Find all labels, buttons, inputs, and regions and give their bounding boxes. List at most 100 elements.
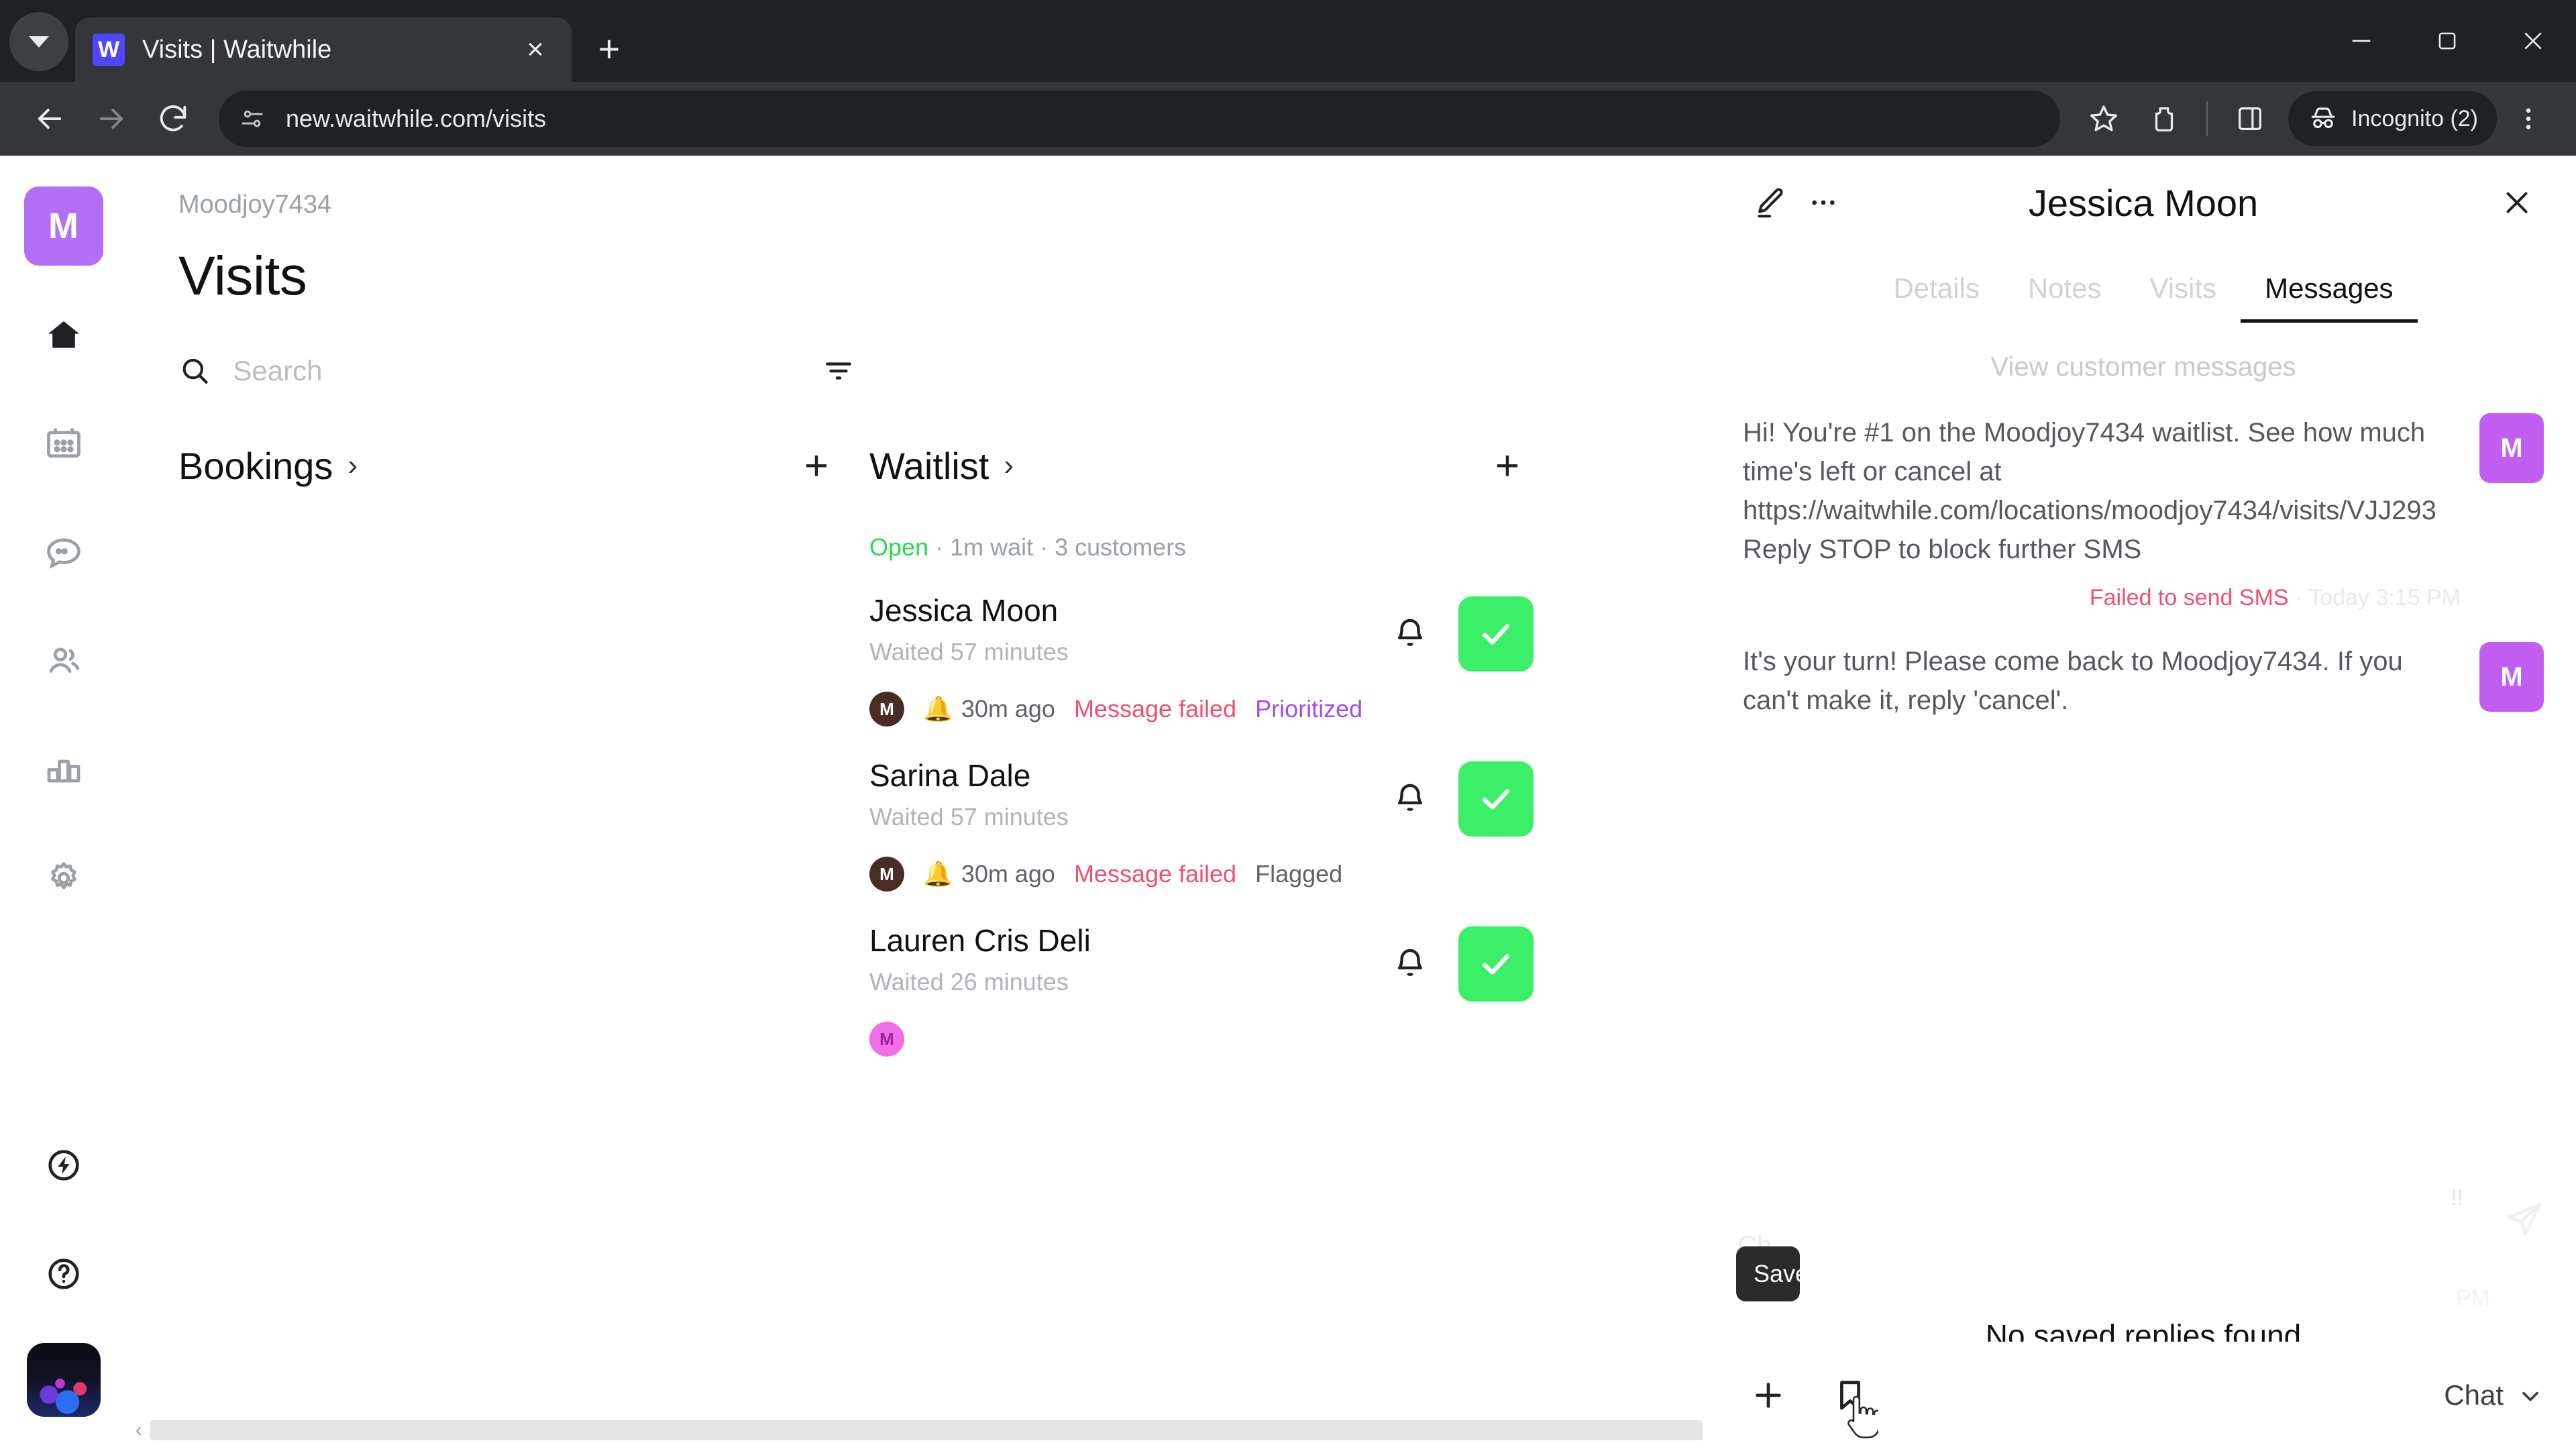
- favicon-letter: W: [97, 37, 120, 62]
- complete-button[interactable]: [1458, 596, 1534, 672]
- complete-button[interactable]: [1458, 926, 1534, 1002]
- page-title: Visits: [178, 246, 307, 307]
- tab-notes[interactable]: Notes: [2004, 266, 2126, 323]
- forward-button[interactable]: [80, 88, 142, 150]
- avatar-letter: M: [879, 863, 894, 884]
- scroll-thumb[interactable]: [150, 1420, 1703, 1440]
- sidebar-item-analytics[interactable]: [24, 730, 103, 809]
- browser-toolbar: new.waitwhile.com/visits Incognito (2): [0, 82, 2576, 156]
- address-bar[interactable]: new.waitwhile.com/visits: [219, 91, 2060, 147]
- user-avatar[interactable]: [26, 1343, 101, 1417]
- minimize-button[interactable]: [2318, 0, 2404, 82]
- search-icon: [182, 358, 208, 384]
- chevron-right-icon: ›: [347, 449, 358, 482]
- table-row[interactable]: Sarina Dale Waited 57 minutes M 🔔 30m ag…: [869, 757, 1534, 892]
- row-tags: M 🔔 30m ago Message failed Flagged: [869, 857, 1534, 892]
- message-body: It's your turn! Please come back to Mood…: [1743, 642, 2461, 720]
- channel-selector[interactable]: Chat: [2444, 1379, 2544, 1411]
- notify-button[interactable]: [1386, 775, 1434, 823]
- table-row[interactable]: Jessica Moon Waited 57 minutes M 🔔 30m a…: [869, 592, 1534, 727]
- last-notified: 🔔 30m ago: [923, 860, 1055, 888]
- message-text: It's your turn! Please come back to Mood…: [1743, 647, 2403, 715]
- add-booking-button[interactable]: +: [790, 439, 843, 492]
- message-list: Hi! You're #1 on the Moodjoy7434 waitlis…: [1711, 382, 2576, 1342]
- sidebar-item-integrations[interactable]: [24, 1126, 103, 1205]
- filter-button[interactable]: [814, 347, 863, 395]
- new-tab-button[interactable]: +: [582, 21, 636, 75]
- status-badge: Message failed: [1073, 860, 1237, 888]
- sidebar-item-calendar[interactable]: [24, 404, 103, 483]
- tab-visits[interactable]: Visits: [2126, 266, 2241, 323]
- add-attachment-button[interactable]: [1743, 1370, 1794, 1421]
- bookmark-icon: [1840, 1381, 1860, 1410]
- status-separator: ·: [2295, 585, 2303, 610]
- saved-replies-title: No saved replies found: [1985, 1318, 2302, 1342]
- tab-details[interactable]: Details: [1869, 266, 2003, 323]
- chat-bubble-icon: [46, 538, 80, 569]
- close-tab-button[interactable]: ×: [517, 31, 554, 68]
- close-panel-button[interactable]: [2490, 176, 2544, 229]
- extensions-icon[interactable]: [2135, 90, 2193, 148]
- calendar-icon: [46, 428, 80, 458]
- scroll-left-arrow[interactable]: ‹: [127, 1419, 150, 1442]
- check-icon: [1482, 624, 1510, 645]
- chevron-down-icon: [29, 36, 49, 48]
- send-icon[interactable]: [2502, 1197, 2545, 1244]
- row-top: Sarina Dale Waited 57 minutes: [869, 757, 1534, 837]
- sidebar-item-messages[interactable]: [24, 513, 103, 592]
- panel-tabs: Details Notes Visits Messages: [1711, 266, 2576, 323]
- tab-messages[interactable]: Messages: [2241, 266, 2418, 323]
- row-actions: [1386, 922, 1534, 1002]
- sidebar-item-help[interactable]: [24, 1234, 103, 1313]
- reload-button[interactable]: [142, 88, 204, 150]
- status-badge: Prioritized: [1255, 695, 1363, 722]
- bell-icon: [1397, 949, 1423, 976]
- search-input[interactable]: [233, 355, 814, 387]
- message-status: Failed to send SMS · Today 3:15 PM: [1743, 585, 2544, 611]
- saved-replies-button[interactable]: [1825, 1370, 1876, 1421]
- three-dot-menu-icon[interactable]: [2500, 90, 2557, 148]
- browser-tab[interactable]: W Visits | Waitwhile ×: [75, 17, 572, 82]
- table-row[interactable]: Lauren Cris Deli Waited 26 minutes M: [869, 922, 1534, 1057]
- avatar-letter: M: [879, 698, 894, 719]
- close-window-button[interactable]: [2490, 0, 2576, 82]
- tab-search-button[interactable]: [9, 12, 68, 71]
- brand-logo[interactable]: M: [23, 186, 103, 266]
- back-button[interactable]: [19, 88, 80, 150]
- complete-button[interactable]: [1458, 761, 1534, 837]
- search-box[interactable]: [178, 353, 814, 389]
- maximize-button[interactable]: [2404, 0, 2490, 82]
- sidebar-item-customers[interactable]: [24, 621, 103, 700]
- people-icon: [49, 647, 79, 673]
- bookings-title[interactable]: Bookings ›: [178, 444, 358, 488]
- incognito-indicator[interactable]: Incognito (2): [2288, 91, 2497, 146]
- avatar: M: [869, 1022, 904, 1057]
- sidebar-item-home[interactable]: [24, 295, 103, 374]
- avatar-letter: M: [879, 1028, 894, 1049]
- notify-button[interactable]: [1386, 610, 1434, 658]
- board-columns: Bookings › + Waitlist › + Open · 1m wait…: [178, 435, 1711, 1449]
- star-icon[interactable]: [2075, 90, 2133, 148]
- ghost-text-bang: !!: [2451, 1185, 2463, 1210]
- status-badge: Flagged: [1255, 860, 1343, 888]
- panel-header: Jessica Moon: [1711, 156, 2576, 250]
- edit-button[interactable]: [1743, 176, 1796, 229]
- page-settings-icon[interactable]: [229, 96, 275, 142]
- horizontal-scrollbar[interactable]: ‹: [127, 1417, 1711, 1444]
- add-waitlist-button[interactable]: +: [1481, 439, 1534, 492]
- browser-window: W Visits | Waitwhile × + new.waitwhile.c…: [0, 0, 2576, 1449]
- saved-replies-tooltip: Saved replies: [1736, 1246, 1800, 1301]
- app-page: M Moodjoy7434 Visits Search Bookings › +…: [0, 156, 2576, 1449]
- message-text: Hi! You're #1 on the Moodjoy7434 waitlis…: [1743, 418, 2436, 564]
- breadcrumb[interactable]: Moodjoy7434: [178, 191, 1711, 219]
- side-panel-icon[interactable]: [2221, 90, 2279, 148]
- chevron-down-icon: [2522, 1391, 2538, 1401]
- row-names: Lauren Cris Deli Waited 26 minutes: [869, 922, 1386, 996]
- gear-icon: [50, 862, 76, 890]
- more-options-button[interactable]: [1796, 176, 1850, 229]
- sidebar-item-settings[interactable]: [24, 839, 103, 918]
- time-ago: 30m ago: [961, 860, 1055, 888]
- waitlist-title[interactable]: Waitlist ›: [869, 444, 1014, 488]
- avatar-letter: M: [2500, 433, 2523, 463]
- notify-button[interactable]: [1386, 940, 1434, 988]
